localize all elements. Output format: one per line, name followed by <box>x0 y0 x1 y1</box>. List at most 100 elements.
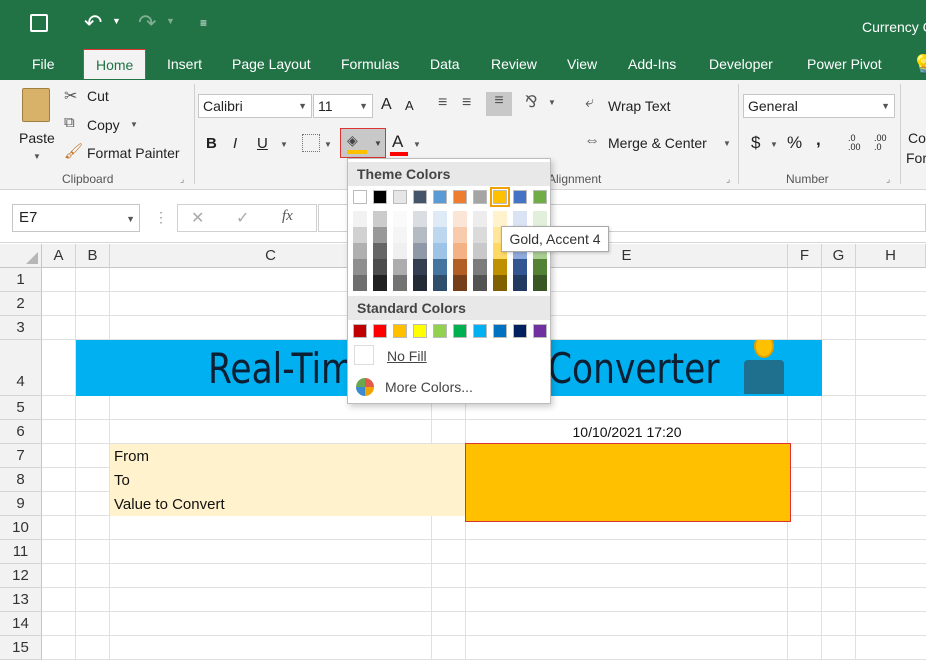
standard-swatch[interactable] <box>493 324 507 338</box>
standard-swatch[interactable] <box>513 324 527 338</box>
theme-swatch[interactable] <box>453 190 467 204</box>
row-header-9[interactable]: 9 <box>0 492 42 516</box>
undo-icon[interactable]: ↶ <box>84 10 102 36</box>
align-middle-icon[interactable]: ≡ <box>462 94 471 112</box>
theme-swatch[interactable] <box>513 190 527 204</box>
theme-swatch[interactable] <box>353 190 367 204</box>
theme-shade-swatch[interactable] <box>433 243 447 259</box>
align-top-icon[interactable]: ≡ <box>438 94 447 112</box>
theme-shade-swatch[interactable] <box>493 211 507 227</box>
theme-shade-swatch[interactable] <box>393 259 407 275</box>
tab-formulas[interactable]: Formulas <box>337 52 403 80</box>
alignment-launcher-icon[interactable]: ⌟ <box>726 174 730 185</box>
font-size-select[interactable]: 11 ▼ <box>313 94 373 118</box>
row-header-12[interactable]: 12 <box>0 564 42 588</box>
theme-shade-swatch[interactable] <box>513 259 527 275</box>
theme-shade-swatch[interactable] <box>473 259 487 275</box>
row-header-2[interactable]: 2 <box>0 292 42 316</box>
conditional-formatting-label-2[interactable]: For <box>906 150 926 166</box>
borders-dropdown-icon[interactable]: ▼ <box>324 140 332 149</box>
fill-dropdown-icon[interactable]: ▼ <box>374 139 382 148</box>
row-header-15[interactable]: 15 <box>0 636 42 660</box>
theme-shade-swatch[interactable] <box>353 211 367 227</box>
orientation-dropdown-icon[interactable]: ▼ <box>548 98 556 107</box>
save-icon[interactable] <box>30 14 48 32</box>
clipboard-launcher-icon[interactable]: ⌟ <box>180 174 184 185</box>
tab-home[interactable]: Home <box>83 49 147 79</box>
theme-shade-swatch[interactable] <box>533 259 547 275</box>
standard-swatch[interactable] <box>353 324 367 338</box>
theme-swatch[interactable] <box>490 187 510 207</box>
theme-shade-swatch[interactable] <box>513 211 527 227</box>
underline-dropdown-icon[interactable]: ▼ <box>280 140 288 149</box>
theme-shade-swatch[interactable] <box>373 259 387 275</box>
underline-button[interactable]: U <box>257 135 268 152</box>
font-color-button[interactable]: A <box>392 132 403 152</box>
theme-shade-swatch[interactable] <box>413 275 427 291</box>
decrease-decimal-button[interactable]: .00 .0 <box>874 134 894 152</box>
standard-swatch[interactable] <box>413 324 427 338</box>
column-header-f[interactable]: F <box>788 244 822 268</box>
row-header-14[interactable]: 14 <box>0 612 42 636</box>
tab-view[interactable]: View <box>563 52 601 80</box>
to-label[interactable]: To <box>114 472 130 489</box>
theme-shade-swatch[interactable] <box>373 243 387 259</box>
copy-dropdown-icon[interactable]: ▼ <box>130 120 138 129</box>
theme-shade-swatch[interactable] <box>433 275 447 291</box>
column-header-g[interactable]: G <box>822 244 856 268</box>
theme-shade-swatch[interactable] <box>433 211 447 227</box>
theme-swatch[interactable] <box>413 190 427 204</box>
row-header-5[interactable]: 5 <box>0 396 42 420</box>
percent-button[interactable]: % <box>787 133 802 153</box>
theme-shade-swatch[interactable] <box>473 211 487 227</box>
datetime-cell[interactable]: 10/10/2021 17:20 <box>466 424 788 440</box>
tab-add-ins[interactable]: Add-Ins <box>624 52 680 80</box>
number-launcher-icon[interactable]: ⌟ <box>886 174 890 185</box>
lightbulb-icon[interactable]: 💡 <box>912 54 926 75</box>
from-label[interactable]: From <box>114 448 149 465</box>
value-label[interactable]: Value to Convert <box>114 496 225 513</box>
theme-shade-swatch[interactable] <box>373 275 387 291</box>
theme-shade-swatch[interactable] <box>513 275 527 291</box>
standard-swatch[interactable] <box>473 324 487 338</box>
column-header-b[interactable]: B <box>76 244 110 268</box>
tab-page-layout[interactable]: Page Layout <box>228 52 315 80</box>
increase-decimal-button[interactable]: .0 .00 <box>848 134 868 152</box>
theme-shade-swatch[interactable] <box>353 259 367 275</box>
tab-developer[interactable]: Developer <box>705 52 777 80</box>
theme-shade-swatch[interactable] <box>533 211 547 227</box>
more-colors-option[interactable]: More Colors... <box>385 379 473 395</box>
tab-data[interactable]: Data <box>426 52 464 80</box>
fill-color-button[interactable]: ◈ ▼ <box>340 128 386 158</box>
bold-button[interactable]: B <box>206 135 217 152</box>
insert-function-icon[interactable]: fx <box>282 208 293 225</box>
theme-shade-swatch[interactable] <box>393 211 407 227</box>
row-header-7[interactable]: 7 <box>0 444 42 468</box>
theme-shade-swatch[interactable] <box>413 227 427 243</box>
undo-dropdown-icon[interactable]: ▼ <box>112 16 121 26</box>
row-header-3[interactable]: 3 <box>0 316 42 340</box>
number-format-select[interactable]: General ▼ <box>743 94 895 118</box>
no-fill-option[interactable]: No Fill <box>387 348 427 364</box>
row-header-4[interactable]: 4 <box>0 340 42 396</box>
row-header-13[interactable]: 13 <box>0 588 42 612</box>
theme-swatch[interactable] <box>373 190 387 204</box>
standard-swatch[interactable] <box>433 324 447 338</box>
theme-shade-swatch[interactable] <box>373 211 387 227</box>
cut-button[interactable]: Cut <box>87 88 109 104</box>
theme-shade-swatch[interactable] <box>353 243 367 259</box>
standard-swatch[interactable] <box>373 324 387 338</box>
column-header-h[interactable]: H <box>856 244 926 268</box>
currency-button[interactable]: $ <box>751 133 760 153</box>
orientation-icon[interactable]: ⅋ <box>525 92 537 112</box>
standard-swatch[interactable] <box>533 324 547 338</box>
customize-toolbar-icon[interactable]: ≡ <box>200 16 207 30</box>
theme-shade-swatch[interactable] <box>413 211 427 227</box>
theme-swatch[interactable] <box>393 190 407 204</box>
row-header-1[interactable]: 1 <box>0 268 42 292</box>
tab-review[interactable]: Review <box>487 52 541 80</box>
format-painter-button[interactable]: Format Painter <box>87 145 180 161</box>
font-name-select[interactable]: Calibri ▼ <box>198 94 312 118</box>
theme-shade-swatch[interactable] <box>413 259 427 275</box>
tab-insert[interactable]: Insert <box>163 52 206 80</box>
